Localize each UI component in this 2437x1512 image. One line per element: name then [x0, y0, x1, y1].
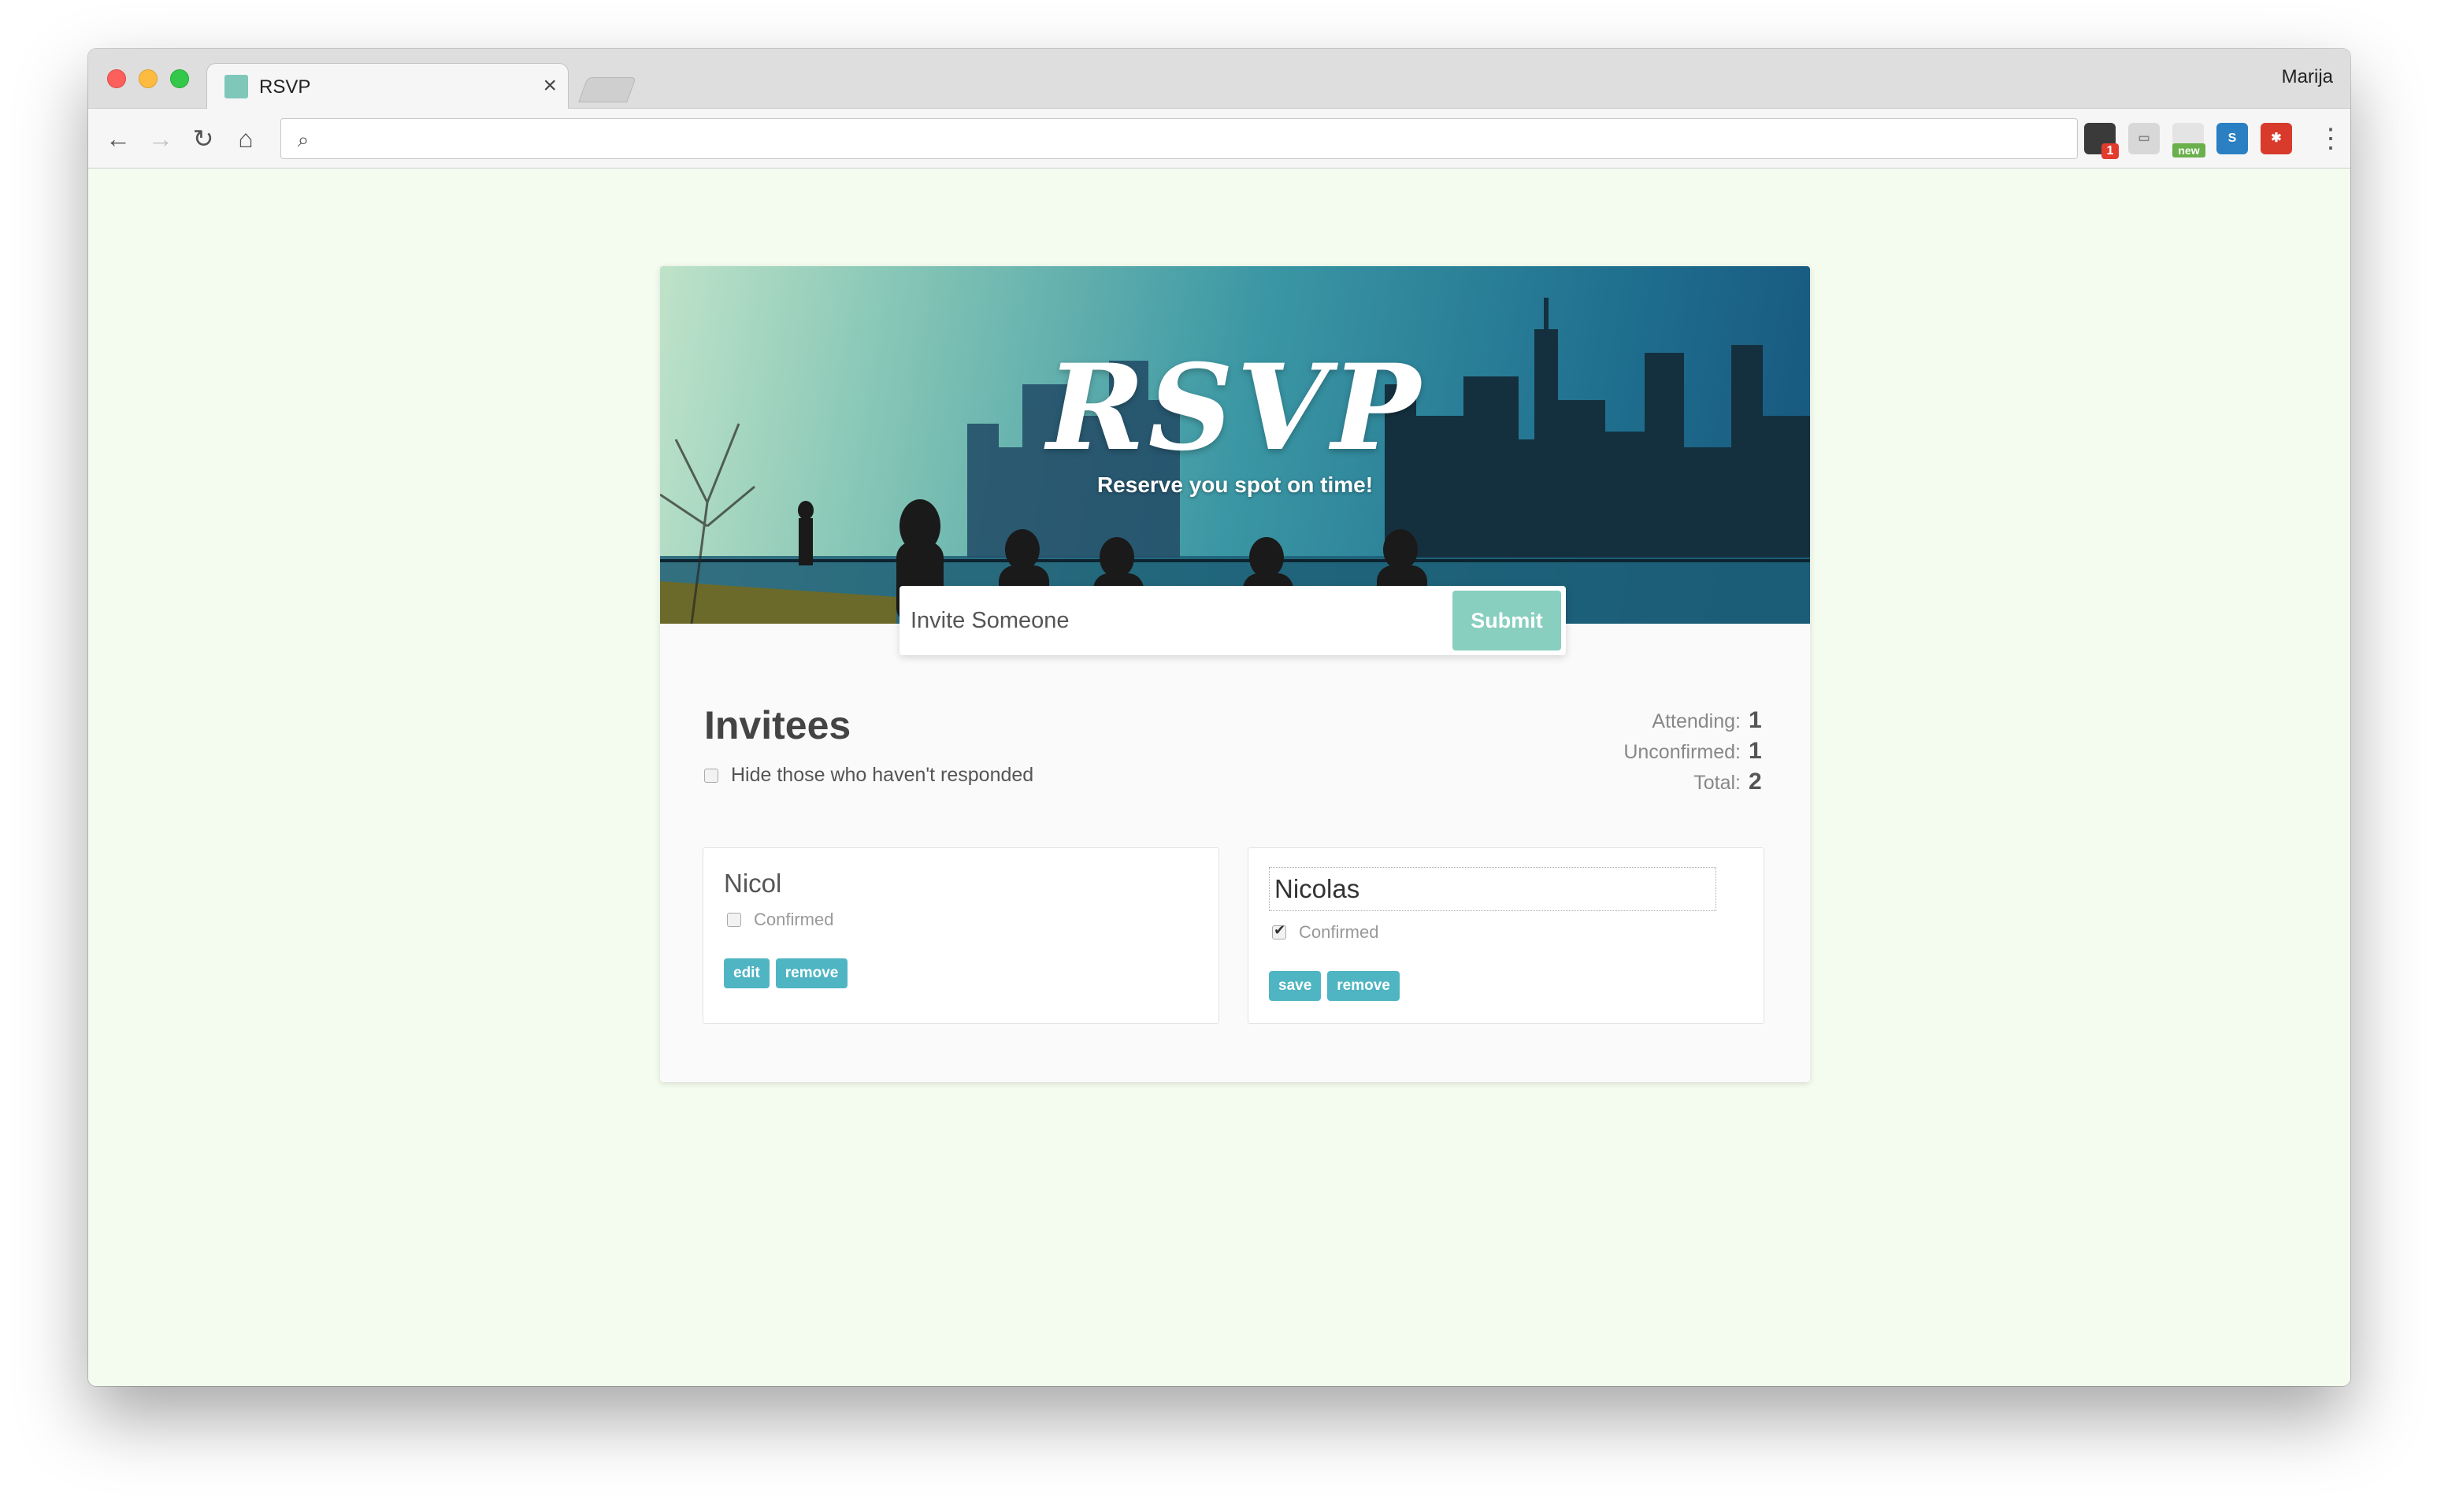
invite-input[interactable]: [911, 592, 1446, 649]
tab-strip: RSVP × Marija: [88, 49, 2350, 110]
cast-icon[interactable]: ▭: [2128, 123, 2160, 154]
confirmed-label[interactable]: Confirmed: [754, 910, 833, 930]
hide-unresponded-row: Hide those who haven't responded: [704, 764, 1033, 787]
address-bar[interactable]: ⌕: [280, 118, 2078, 159]
extension-badge-count: 1: [2101, 143, 2119, 159]
unconfirmed-row: Unconfirmed: 1: [1623, 736, 1763, 767]
remove-button[interactable]: remove: [1327, 971, 1400, 1001]
total-label: Total:: [1693, 772, 1741, 794]
favicon-icon: [224, 75, 248, 98]
confirm-row: Confirmed: [727, 910, 833, 930]
guest-card: Nicol Confirmed edit remove: [703, 847, 1219, 1024]
save-button[interactable]: save: [1269, 971, 1322, 1001]
forward-icon[interactable]: →: [145, 123, 176, 154]
extension-new-icon[interactable]: new: [2172, 123, 2205, 158]
submit-button[interactable]: Submit: [1452, 591, 1561, 650]
reload-icon[interactable]: ↻: [187, 123, 219, 154]
confirmed-checkbox[interactable]: [727, 913, 741, 927]
hero-banner: RSVP Reserve you spot on time!: [660, 266, 1810, 624]
back-icon[interactable]: ←: [102, 123, 134, 154]
total-value: 2: [1749, 769, 1762, 795]
guest-actions: save remove: [1269, 971, 1406, 1001]
hero-title: RSVP: [1046, 339, 1424, 477]
rsvp-card: RSVP Reserve you spot on time! Submit In…: [660, 266, 1810, 1082]
new-tab-button[interactable]: [578, 77, 636, 102]
hero-subtitle: Reserve you spot on time!: [1096, 472, 1374, 497]
remove-button[interactable]: remove: [775, 958, 848, 988]
bug-icon[interactable]: ✱: [2261, 123, 2292, 154]
more-menu-icon[interactable]: ⋮: [2317, 123, 2344, 154]
attending-label: Attending:: [1652, 710, 1741, 732]
invitees-heading: Invitees: [704, 703, 851, 747]
guest-name: Nicol: [724, 869, 782, 898]
unconfirmed-value: 1: [1749, 738, 1762, 764]
url-input[interactable]: [322, 124, 2055, 155]
extension-badge-icon[interactable]: 1: [2084, 123, 2119, 159]
maximize-window-button[interactable]: [170, 69, 189, 88]
edit-button[interactable]: edit: [724, 958, 770, 988]
extension-s-icon[interactable]: S: [2216, 123, 2248, 154]
guest-actions: edit remove: [724, 958, 854, 988]
browser-window: RSVP × Marija ← → ↻ ⌂ ⌕ 1 ▭ new S ✱ ⋮ RS…: [88, 49, 2350, 1386]
home-icon[interactable]: ⌂: [230, 123, 262, 154]
close-tab-icon[interactable]: ×: [543, 72, 557, 100]
guest-card: Confirmed save remove: [1248, 847, 1764, 1024]
tab-rsvp[interactable]: RSVP ×: [206, 63, 569, 110]
profile-name[interactable]: Marija: [2282, 66, 2333, 88]
confirm-row: Confirmed: [1272, 922, 1378, 943]
close-window-button[interactable]: [107, 69, 126, 88]
attending-value: 1: [1749, 707, 1762, 733]
extension-s-label: S: [2227, 132, 2237, 145]
unconfirmed-label: Unconfirmed:: [1623, 741, 1741, 763]
extension-new-badge: new: [2172, 143, 2205, 158]
attending-row: Attending: 1: [1623, 706, 1763, 736]
confirmed-checkbox[interactable]: [1272, 922, 1286, 939]
confirmed-label[interactable]: Confirmed: [1299, 922, 1378, 943]
search-icon: ⌕: [297, 128, 310, 151]
rsvp-counter: Attending: 1 Unconfirmed: 1 Total: 2: [1623, 706, 1763, 798]
page-content: RSVP Reserve you spot on time! Submit In…: [88, 169, 2350, 1386]
invite-form: Submit: [900, 586, 1566, 655]
minimize-window-button[interactable]: [139, 69, 158, 88]
hide-unresponded-checkbox[interactable]: [704, 768, 718, 783]
tab-title: RSVP: [259, 76, 311, 98]
guest-name-input[interactable]: [1269, 867, 1716, 911]
browser-toolbar: ← → ↻ ⌂ ⌕ 1 ▭ new S ✱ ⋮: [88, 109, 2350, 169]
hide-unresponded-label[interactable]: Hide those who haven't responded: [731, 764, 1033, 787]
total-row: Total: 2: [1623, 767, 1763, 798]
